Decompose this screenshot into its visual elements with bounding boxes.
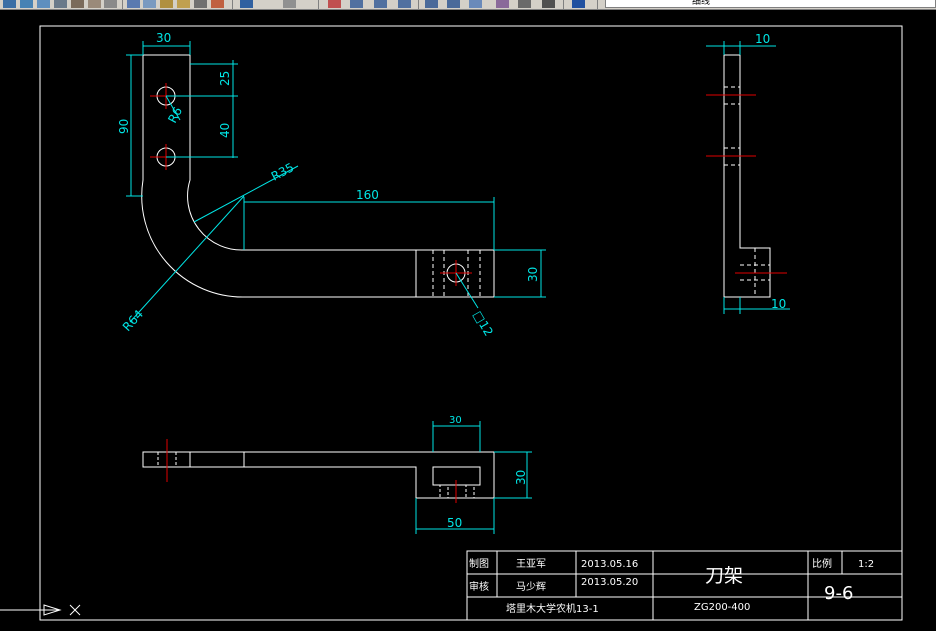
- drawn-label: 制图: [469, 557, 489, 570]
- layer-state-icon[interactable]: [518, 0, 531, 8]
- redo-icon[interactable]: [177, 0, 190, 8]
- standard-toolbar: 细线: [0, 0, 936, 10]
- plan-view: [142, 451, 495, 499]
- sheetset-icon[interactable]: [398, 0, 411, 8]
- dim-hole-spacing-2: 40: [218, 123, 232, 138]
- dimension-lines: [126, 41, 790, 534]
- toolpalette-icon[interactable]: [374, 0, 387, 8]
- sheet-number: 9-6: [824, 583, 853, 604]
- zoom-window-icon[interactable]: [240, 0, 253, 8]
- side-hidden-lines: [724, 86, 770, 297]
- toolbar-separator: [122, 0, 123, 9]
- zoom-realtime-icon[interactable]: [211, 0, 224, 8]
- designcenter-icon[interactable]: [350, 0, 363, 8]
- toolbar-separator: [563, 0, 564, 9]
- dim-plan-height: 30: [514, 470, 528, 485]
- help-icon-2[interactable]: [572, 0, 585, 8]
- part-name: 刀架: [705, 565, 743, 587]
- toolbar-icon[interactable]: [542, 0, 555, 8]
- zoom-previous-icon[interactable]: [283, 0, 296, 8]
- checked-by: 马少辉: [516, 581, 546, 593]
- dim-side-thickness-bottom: 10: [771, 297, 786, 311]
- title-block-text: 制图 王亚军 2013.05.16 审核 马少辉 2013.05.20 刀架 比…: [469, 557, 874, 615]
- calculator-icon[interactable]: [447, 0, 460, 8]
- dim-hole-radius: R6: [165, 105, 185, 126]
- plan-hidden-lines: [157, 452, 475, 499]
- drawing-canvas[interactable]: 30 90 25 40 R6 R35 R64 160 30 □12 10 10 …: [0, 10, 936, 631]
- dim-side-thickness-top: 10: [755, 32, 770, 46]
- copy-icon[interactable]: [104, 0, 117, 8]
- dim-arm-length: 160: [356, 188, 379, 202]
- new-icon[interactable]: [3, 0, 16, 8]
- toolbar-separator: [318, 0, 319, 9]
- dim-arm-height: 90: [117, 119, 131, 134]
- drawn-by: 王亚军: [516, 558, 546, 570]
- dim-plan-block-width: 30: [449, 415, 462, 426]
- markup-icon[interactable]: [425, 0, 438, 8]
- print-icon[interactable]: [54, 0, 67, 8]
- drawn-date: 2013.05.16: [581, 559, 638, 570]
- properties-icon[interactable]: [328, 0, 341, 8]
- scale-value: 1:2: [858, 559, 874, 570]
- layer-name: 细线: [692, 0, 711, 7]
- help-icon[interactable]: [469, 0, 482, 8]
- toolbar-separator: [418, 0, 419, 9]
- side-view: [723, 54, 771, 298]
- dim-end-height: 30: [526, 267, 540, 282]
- cut-icon[interactable]: [88, 0, 101, 8]
- checked-label: 审核: [469, 580, 489, 593]
- preview-icon[interactable]: [71, 0, 84, 8]
- save-icon[interactable]: [37, 0, 50, 8]
- layer-manager-icon[interactable]: [496, 0, 509, 8]
- dim-inner-radius: R35: [269, 160, 296, 183]
- paste-icon[interactable]: [127, 0, 140, 8]
- drawing-code: ZG200-400: [694, 602, 750, 613]
- open-icon[interactable]: [20, 0, 33, 8]
- dim-top-width: 30: [156, 31, 171, 45]
- dim-outer-radius: R64: [120, 307, 146, 334]
- school: 塔里木大学农机13-1: [506, 602, 599, 615]
- checked-date: 2013.05.20: [581, 577, 638, 588]
- dim-square-hole: □12: [470, 309, 495, 339]
- toolbar-separator: [232, 0, 233, 9]
- pan-icon[interactable]: [194, 0, 207, 8]
- layer-dropdown[interactable]: 细线: [605, 0, 936, 8]
- undo-icon[interactable]: [160, 0, 173, 8]
- matchprop-icon[interactable]: [143, 0, 156, 8]
- toolbar-separator: [597, 0, 598, 9]
- dim-plan-base-width: 50: [447, 516, 462, 530]
- dim-hole-spacing-1: 25: [218, 71, 232, 86]
- front-view: [141, 54, 495, 298]
- scale-label: 比例: [812, 557, 832, 570]
